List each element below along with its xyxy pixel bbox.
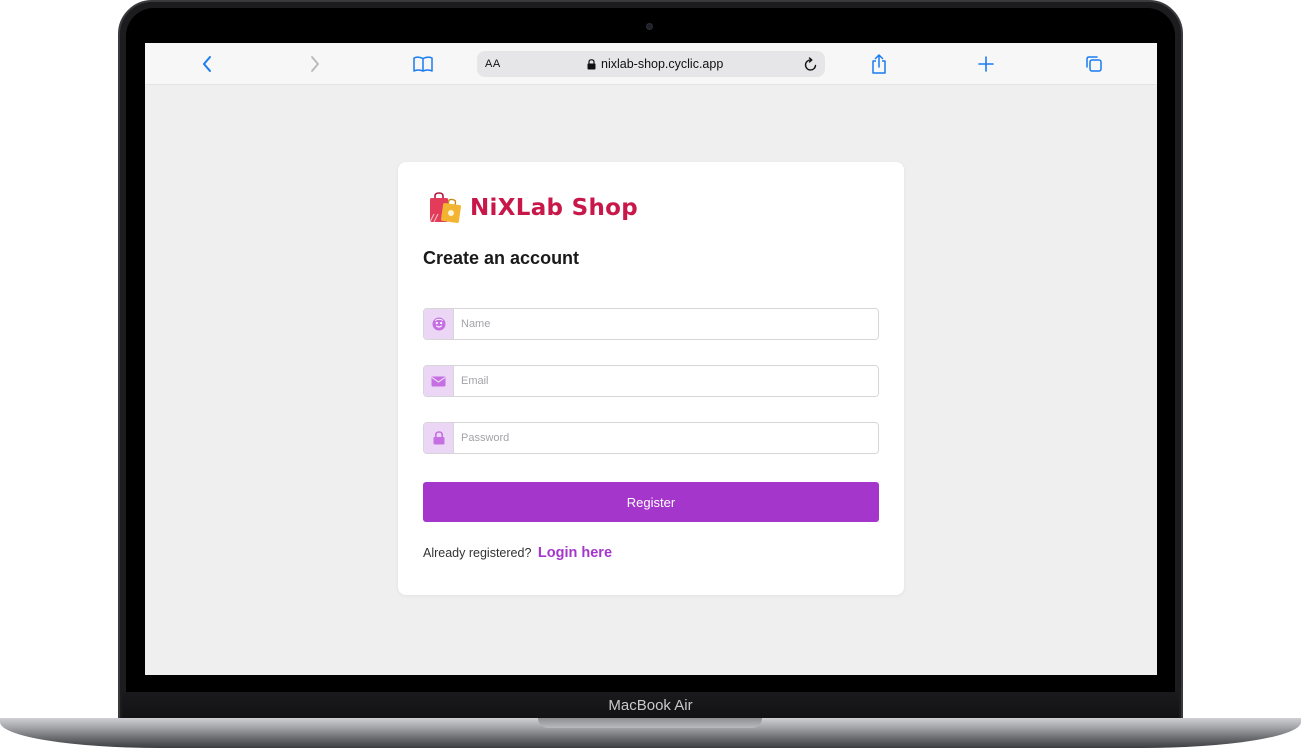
envelope-icon — [431, 376, 446, 386]
book-icon — [413, 56, 433, 72]
plus-icon — [978, 56, 994, 72]
brand-name: NiXLab Shop — [470, 195, 639, 221]
chevron-right-icon — [311, 56, 319, 72]
bookmarks-button[interactable] — [412, 53, 434, 75]
new-tab-button[interactable] — [975, 53, 997, 75]
device-model-label: MacBook Air — [608, 697, 693, 714]
url-display[interactable]: nixlab-shop.cyclic.app — [587, 57, 723, 71]
address-bar[interactable]: AA nixlab-shop.cyclic.app — [477, 51, 825, 77]
name-field — [423, 308, 879, 340]
shopping-bag-icon — [429, 192, 461, 223]
password-field — [423, 422, 879, 454]
share-icon — [872, 54, 886, 74]
tabs-overview-button[interactable] — [1083, 53, 1105, 75]
lock-icon — [587, 58, 596, 69]
forward-button[interactable] — [304, 53, 326, 75]
page-title: Create an account — [423, 248, 580, 268]
login-prompt: Already registered? Login here — [423, 545, 612, 561]
share-button[interactable] — [868, 53, 890, 75]
email-input[interactable] — [454, 366, 878, 396]
reader-mode-button[interactable]: AA — [485, 58, 501, 70]
password-input[interactable] — [454, 423, 878, 453]
browser-toolbar: AA nixlab-shop.cyclic.app — [145, 43, 1157, 85]
email-field-icon-box — [424, 366, 454, 396]
brand-logo[interactable]: NiXLab Shop — [428, 192, 638, 224]
name-input[interactable] — [454, 309, 878, 339]
register-card: NiXLab Shop Create an account Name Email… — [398, 162, 904, 595]
url-text: nixlab-shop.cyclic.app — [601, 57, 724, 71]
laptop-notch — [538, 718, 762, 728]
email-field — [423, 365, 879, 397]
padlock-icon — [433, 431, 444, 445]
login-prompt-text: Already registered? — [423, 546, 532, 560]
login-link[interactable]: Login here — [538, 545, 612, 561]
reload-button[interactable] — [802, 55, 820, 73]
tabs-icon — [1086, 56, 1102, 72]
password-field-icon-box — [424, 423, 454, 453]
browser-screen: AA nixlab-shop.cyclic.app NiXLab Shop Cr… — [145, 43, 1157, 675]
register-button[interactable]: Register — [423, 482, 879, 522]
smiley-face-icon — [432, 317, 445, 331]
camera — [646, 23, 653, 30]
name-field-icon-box — [424, 309, 454, 339]
chevron-left-icon — [203, 56, 211, 72]
reload-icon — [804, 56, 817, 71]
back-button[interactable] — [196, 53, 218, 75]
laptop-frame: MacBook Air AA nixlab-shop.cyclic.app Ni… — [0, 0, 1301, 748]
